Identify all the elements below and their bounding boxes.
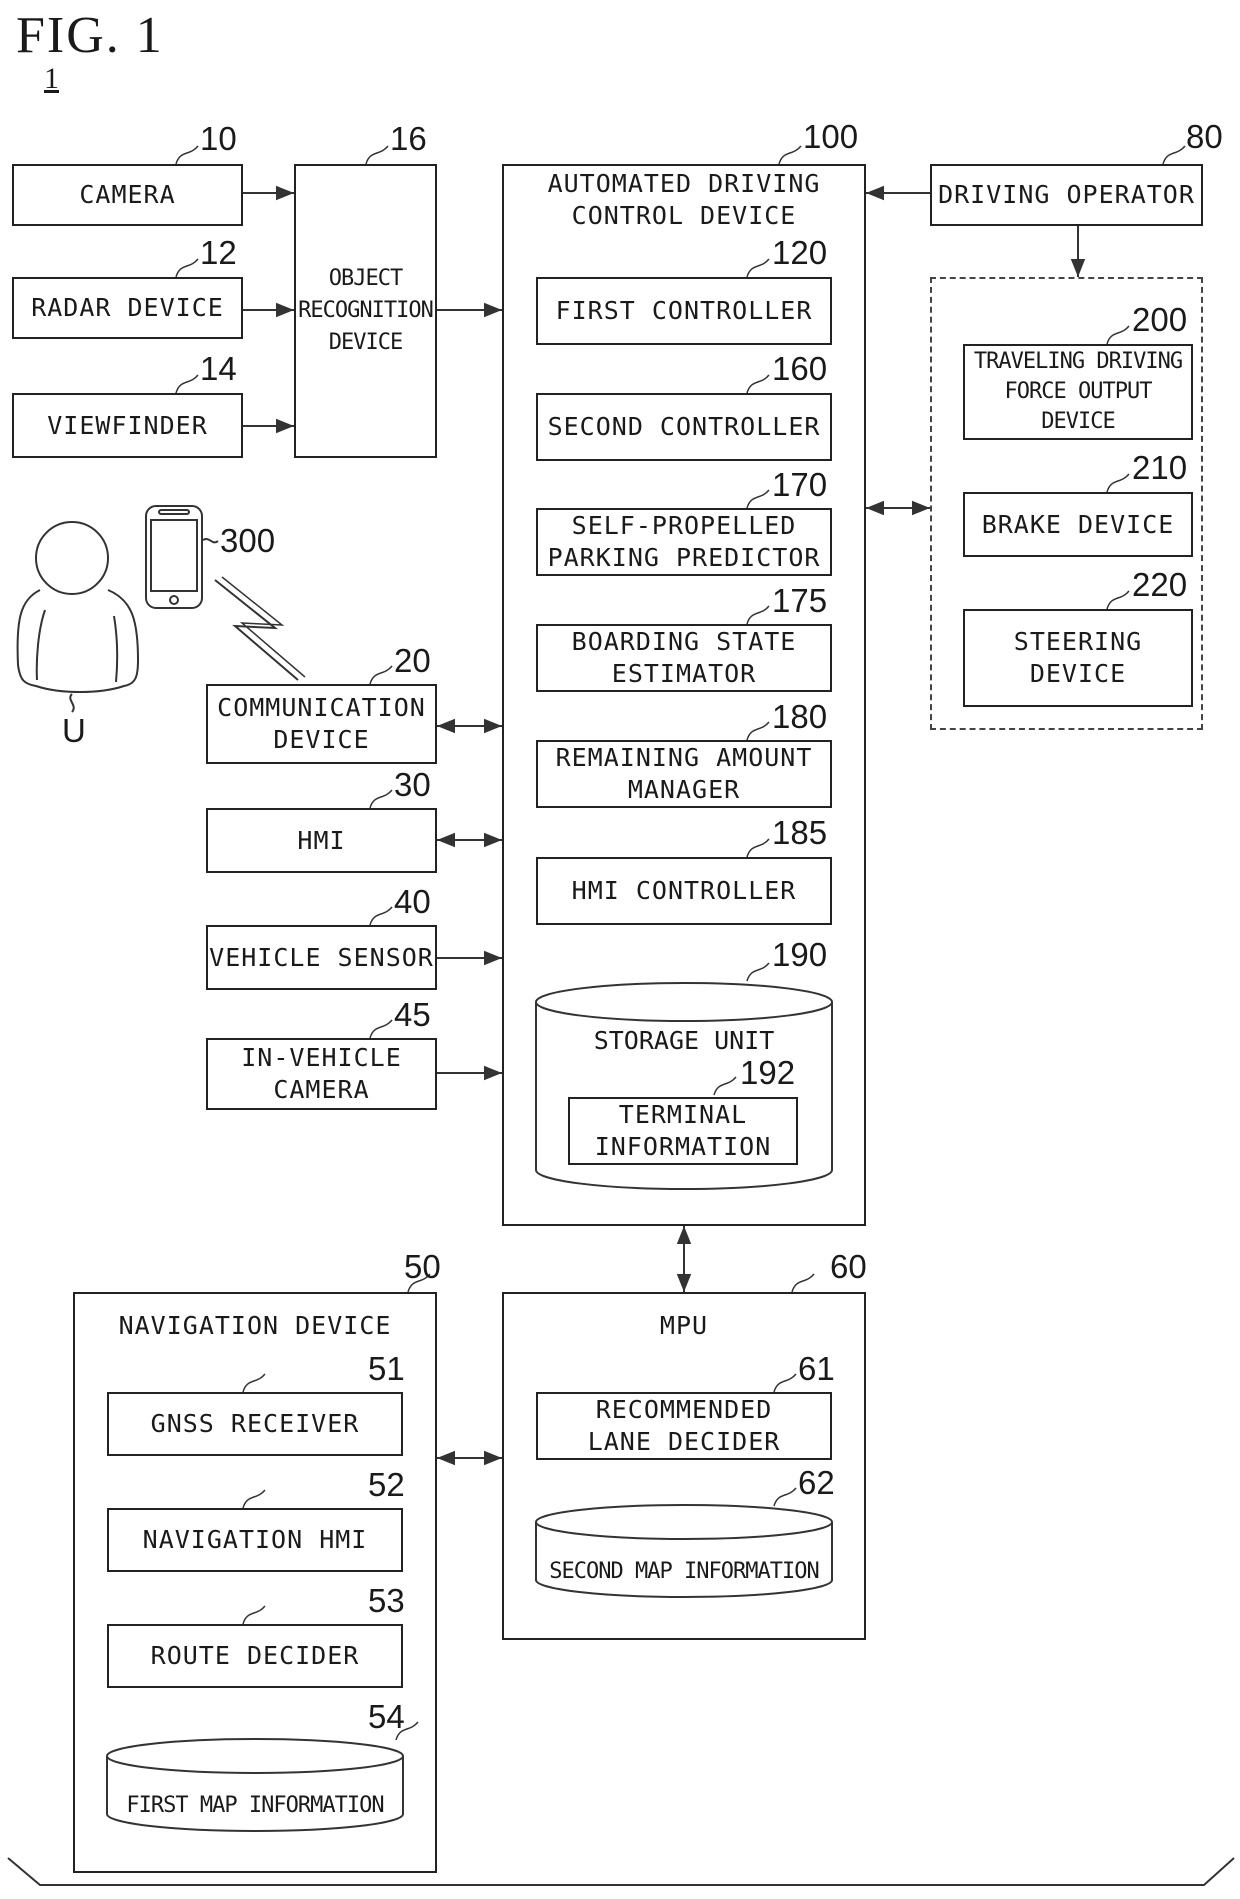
automated-driving-ref: 100 [803, 118, 859, 155]
navigation-hmi-label: NAVIGATION HMI [142, 1525, 368, 1554]
self-propelled-parking-predictor-box: SELF-PROPELLED PARKING PREDICTOR [536, 508, 832, 576]
vehicle-sensor-box: VEHICLE SENSOR [206, 925, 437, 990]
recommended-lane-decider-label: RECOMMENDED LANE DECIDER [587, 1395, 781, 1456]
remaining-amount-manager-label: REMAINING AMOUNT MANAGER [555, 743, 813, 804]
traveling-driving-force-output-device-box: TRAVELING DRIVING FORCE OUTPUT DEVICE [963, 344, 1193, 440]
automated-driving-title: AUTOMATED DRIVING CONTROL DEVICE [547, 169, 821, 230]
wireless-link-icon [214, 579, 299, 681]
terminal-information-label: TERMINAL INFORMATION [594, 1100, 772, 1161]
first-map-information-ref: 54 [368, 1698, 405, 1735]
route-decider-ref: 53 [368, 1582, 405, 1619]
steering-device-ref: 220 [1132, 566, 1188, 603]
remaining-amount-manager-box: REMAINING AMOUNT MANAGER [536, 740, 832, 808]
second-map-information-label: SECOND MAP INFORMATION [549, 1559, 819, 1584]
navigation-hmi-ref: 52 [368, 1466, 405, 1503]
in-vehicle-camera-label: IN-VEHICLE CAMERA [241, 1043, 402, 1104]
navigation-device-ref: 50 [404, 1248, 441, 1285]
smartphone-icon [145, 505, 219, 609]
viewfinder-box: VIEWFINDER [12, 393, 243, 458]
driving-operator-ref: 80 [1186, 118, 1223, 155]
user-person-icon [16, 521, 140, 713]
radar-device-ref: 12 [200, 234, 237, 271]
mpu-title: MPU [659, 1311, 709, 1340]
system-reference: 1 [44, 62, 59, 95]
self-propelled-parking-predictor-label: SELF-PROPELLED PARKING PREDICTOR [547, 511, 821, 572]
brake-device-label: BRAKE DEVICE [981, 509, 1175, 539]
first-map-information-label: FIRST MAP INFORMATION [126, 1793, 384, 1818]
hmi-controller-ref: 185 [772, 814, 828, 851]
second-controller-label: SECOND CONTROLLER [547, 412, 821, 441]
gnss-receiver-box: GNSS RECEIVER [107, 1392, 403, 1456]
boarding-state-estimator-label: BOARDING STATE ESTIMATOR [571, 627, 797, 688]
gnss-receiver-ref: 51 [368, 1350, 405, 1387]
communication-device-ref: 20 [394, 642, 431, 679]
recommended-lane-decider-ref: 61 [798, 1350, 835, 1387]
terminal-information-ref: 192 [740, 1054, 796, 1091]
in-vehicle-camera-box: IN-VEHICLE CAMERA [206, 1038, 437, 1110]
steering-device-label: STEERING DEVICE [1013, 627, 1143, 688]
object-recognition-ref: 16 [390, 120, 427, 157]
object-recognition-label: OBJECT RECOGNITION DEVICE [298, 266, 434, 355]
route-decider-label: ROUTE DECIDER [150, 1641, 360, 1670]
boarding-state-estimator-box: BOARDING STATE ESTIMATOR [536, 624, 832, 692]
hmi-ref: 30 [394, 766, 431, 803]
radar-device-box: RADAR DEVICE [12, 277, 243, 339]
second-controller-box: SECOND CONTROLLER [536, 393, 832, 461]
hmi-label: HMI [297, 825, 346, 855]
storage-unit-ref: 190 [772, 936, 828, 973]
brake-device-ref: 210 [1132, 449, 1188, 486]
object-recognition-box: OBJECT RECOGNITION DEVICE [294, 164, 437, 458]
vehicle-sensor-label: VEHICLE SENSOR [209, 942, 434, 972]
viewfinder-label: VIEWFINDER [47, 410, 208, 440]
terminal-information-box: TERMINAL INFORMATION [568, 1097, 798, 1165]
storage-unit-label: STORAGE UNIT [593, 1026, 775, 1055]
camera-label: CAMERA [79, 180, 176, 209]
hmi-controller-box: HMI CONTROLLER [536, 857, 832, 925]
first-controller-ref: 120 [772, 234, 828, 271]
viewfinder-ref: 14 [200, 350, 237, 387]
hmi-box: HMI [206, 808, 437, 873]
self-propelled-parking-predictor-ref: 170 [772, 466, 828, 503]
recommended-lane-decider-box: RECOMMENDED LANE DECIDER [536, 1392, 832, 1460]
steering-device-box: STEERING DEVICE [963, 609, 1193, 707]
in-vehicle-camera-ref: 45 [394, 996, 431, 1033]
vehicle-sensor-ref: 40 [394, 883, 431, 920]
first-controller-box: FIRST CONTROLLER [536, 277, 832, 345]
communication-device-label: COMMUNICATION DEVICE [217, 693, 426, 754]
camera-box: CAMERA [12, 164, 243, 226]
navigation-hmi-box: NAVIGATION HMI [107, 1508, 403, 1572]
gnss-receiver-label: GNSS RECEIVER [150, 1409, 360, 1438]
traveling-driving-force-output-device-label: TRAVELING DRIVING FORCE OUTPUT DEVICE [973, 349, 1183, 434]
navigation-device-title: NAVIGATION DEVICE [118, 1311, 392, 1340]
terminal-ref: 300 [220, 522, 276, 559]
camera-ref: 10 [200, 120, 237, 157]
user-ref: U [62, 712, 86, 749]
driving-operator-label: DRIVING OPERATOR [938, 180, 1195, 209]
figure-title: FIG. 1 [16, 7, 164, 64]
second-map-information-ref: 62 [798, 1464, 835, 1501]
boarding-state-estimator-ref: 175 [772, 582, 828, 619]
traveling-driving-force-output-device-ref: 200 [1132, 301, 1188, 338]
first-controller-label: FIRST CONTROLLER [555, 296, 813, 325]
radar-device-label: RADAR DEVICE [31, 293, 224, 322]
hmi-controller-label: HMI CONTROLLER [571, 876, 797, 905]
driving-operator-box: DRIVING OPERATOR [930, 164, 1203, 226]
route-decider-box: ROUTE DECIDER [107, 1624, 403, 1688]
second-controller-ref: 160 [772, 350, 828, 387]
brake-device-box: BRAKE DEVICE [963, 492, 1193, 557]
remaining-amount-manager-ref: 180 [772, 698, 828, 735]
mpu-ref: 60 [830, 1248, 867, 1285]
communication-device-box: COMMUNICATION DEVICE [206, 684, 437, 764]
